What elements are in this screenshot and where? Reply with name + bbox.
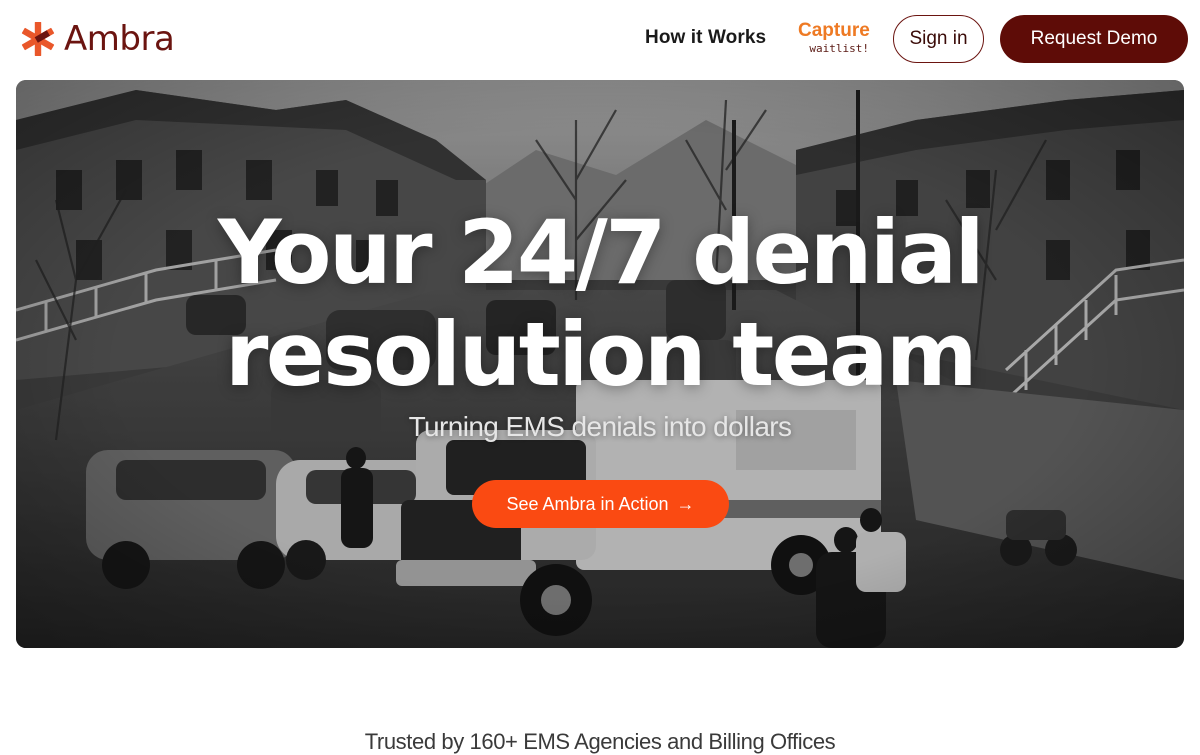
brand-name: Ambra [64, 19, 175, 59]
request-demo-button[interactable]: Request Demo [1000, 15, 1188, 63]
capture-subtitle: waitlist! [809, 42, 869, 55]
hero-section: Your 24/7 denial resolution team Turning… [16, 80, 1184, 648]
hero-title-line-2: resolution team [224, 303, 978, 406]
arrow-right-icon: → [676, 494, 695, 514]
hero-title-line-1: Your 24/7 denial [217, 201, 985, 304]
nav-how-it-works[interactable]: How it Works [645, 27, 766, 49]
cta-label: See Ambra in Action [506, 493, 669, 514]
hero-subtitle: Turning EMS denials into dollars [408, 411, 792, 442]
capture-waitlist-link[interactable]: Capture waitlist! [798, 20, 870, 56]
ambra-logo[interactable]: Ambra [21, 19, 175, 59]
top-navigation: Ambra How it Works Capture waitlist! Sig… [0, 0, 1200, 78]
capture-title: Capture [798, 20, 870, 41]
sign-in-button[interactable]: Sign in [893, 15, 984, 63]
hero-title: Your 24/7 denial resolution team [16, 202, 1184, 406]
asterisk-logo-icon [21, 22, 55, 56]
trusted-by-heading: Trusted by 160+ EMS Agencies and Billing… [364, 729, 836, 754]
hero-content: Your 24/7 denial resolution team Turning… [16, 80, 1184, 648]
see-ambra-in-action-button[interactable]: See Ambra in Action → [472, 480, 729, 528]
